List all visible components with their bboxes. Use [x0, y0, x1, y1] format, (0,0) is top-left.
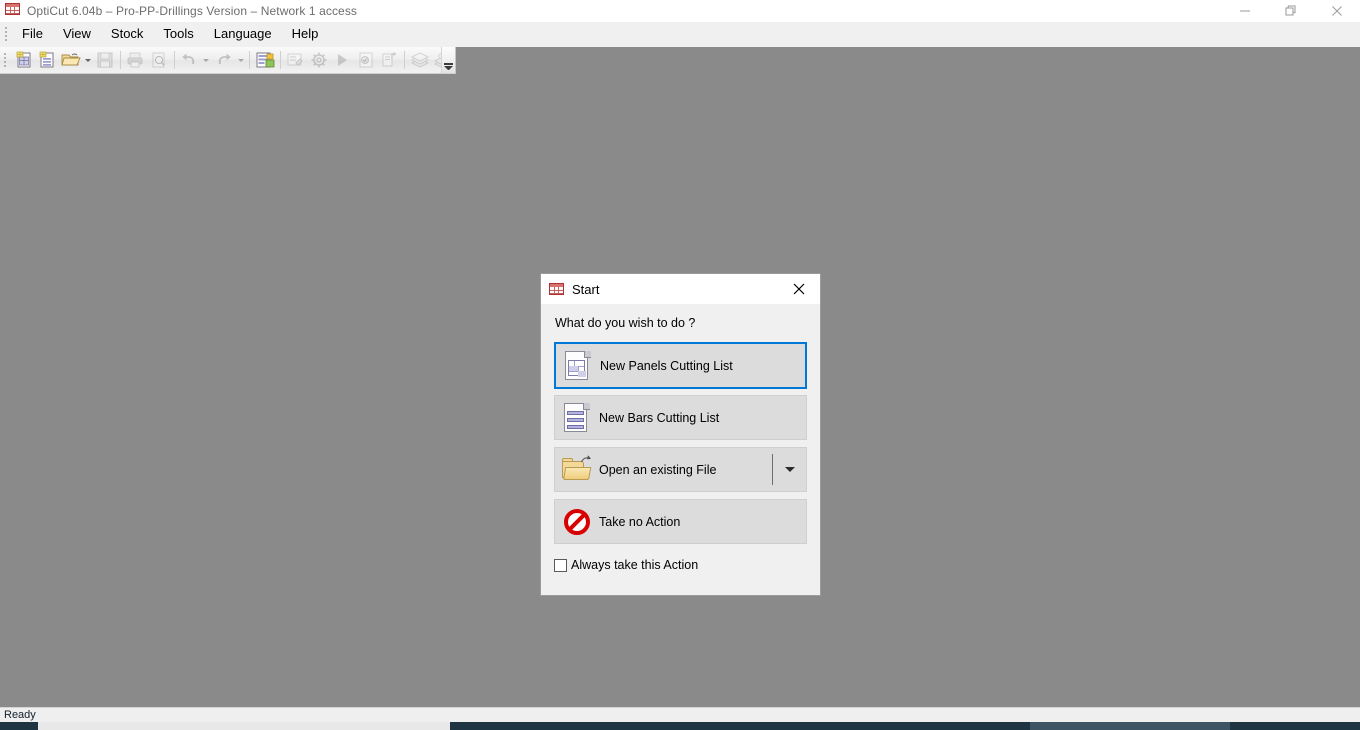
undo-dropdown-arrow	[201, 49, 212, 71]
action-label: New Panels Cutting List	[600, 358, 733, 373]
open-existing-file-button[interactable]: Open an existing File	[554, 447, 807, 492]
panels-stack-icon	[409, 49, 431, 71]
app-icon	[5, 3, 21, 19]
client-area: Start What do you wish to do ? New Panel…	[0, 74, 1360, 707]
open-folder-icon	[555, 454, 599, 483]
open-file-dropdown-button[interactable]	[773, 448, 806, 491]
toolbar	[0, 47, 456, 74]
title-bar: OptiCut 6.04b – Pro-PP-Drillings Version…	[0, 0, 1360, 22]
toolbar-separator	[173, 51, 175, 69]
action-label: New Bars Cutting List	[599, 410, 720, 425]
taskbar-tray	[1030, 722, 1230, 730]
application-window: OptiCut 6.04b – Pro-PP-Drillings Version…	[0, 0, 1360, 730]
print-icon	[125, 49, 147, 71]
new-bars-cutting-list-button[interactable]: New Bars Cutting List	[554, 395, 807, 440]
toolbar-separator	[249, 51, 251, 69]
dialog-title: Start	[572, 281, 600, 297]
dialog-close-icon[interactable]	[778, 274, 820, 304]
validate-icon	[355, 49, 377, 71]
settings-gear-icon	[308, 49, 330, 71]
always-take-action-row[interactable]: Always take this Action	[554, 558, 807, 572]
status-bar: Ready	[0, 707, 1360, 722]
new-panels-cutting-list-button[interactable]: New Panels Cutting List	[554, 342, 807, 389]
menu-item-language[interactable]: Language	[204, 23, 282, 45]
dialog-body: What do you wish to do ? New Panels Cutt…	[541, 304, 820, 595]
menu-item-stock[interactable]: Stock	[101, 23, 154, 45]
status-message: Ready	[4, 709, 36, 721]
menu-item-help[interactable]: Help	[282, 23, 329, 45]
taskbar-segment	[1230, 722, 1360, 730]
no-action-prohibition-icon	[555, 508, 599, 535]
taskbar-segment	[450, 722, 1030, 730]
menu-item-tools[interactable]: Tools	[153, 23, 203, 45]
always-take-action-label: Always take this Action	[571, 558, 699, 572]
toolbar-separator	[119, 51, 121, 69]
open-file-icon[interactable]	[60, 49, 82, 71]
restore-button[interactable]	[1268, 0, 1314, 22]
window-title: OptiCut 6.04b – Pro-PP-Drillings Version…	[27, 4, 358, 18]
open-file-dropdown-arrow[interactable]	[82, 49, 93, 71]
toolbar-separator	[279, 51, 281, 69]
toolbar-gripper[interactable]	[2, 50, 9, 70]
menu-bar: File View Stock Tools Language Help	[0, 22, 1360, 47]
menu-gripper[interactable]	[2, 24, 9, 44]
run-play-icon	[332, 49, 354, 71]
action-label: Open an existing File	[599, 462, 717, 477]
always-take-action-checkbox[interactable]	[554, 558, 567, 572]
folder-arrow-icon	[581, 454, 591, 462]
start-dialog: Start What do you wish to do ? New Panel…	[540, 273, 821, 596]
optimize-icon[interactable]	[254, 49, 276, 71]
new-bars-list-icon[interactable]	[36, 49, 58, 71]
menu-item-view[interactable]: View	[53, 23, 101, 45]
take-no-action-button[interactable]: Take no Action	[554, 499, 807, 544]
export-icon	[379, 49, 401, 71]
undo-icon	[179, 49, 201, 71]
edit-list-icon	[285, 49, 307, 71]
new-panels-document-icon	[556, 350, 600, 382]
toolbar-overflow-button[interactable]	[441, 47, 455, 73]
window-controls	[1222, 0, 1360, 22]
close-button[interactable]	[1314, 0, 1360, 22]
taskbar	[0, 722, 1360, 730]
taskbar-segment	[0, 722, 38, 730]
dialog-icon	[549, 283, 564, 295]
taskbar-active-item[interactable]	[38, 722, 450, 730]
minimize-button[interactable]	[1222, 0, 1268, 22]
save-icon	[94, 49, 116, 71]
toolbar-separator	[404, 51, 406, 69]
new-bars-document-icon	[555, 402, 599, 434]
print-preview-icon	[148, 49, 170, 71]
dialog-title-bar: Start	[541, 274, 820, 304]
redo-dropdown-arrow	[235, 49, 246, 71]
menu-item-file[interactable]: File	[12, 23, 53, 45]
new-panels-list-icon[interactable]	[13, 49, 35, 71]
action-label: Take no Action	[599, 514, 681, 529]
dialog-question-label: What do you wish to do ?	[555, 316, 696, 330]
redo-icon	[213, 49, 235, 71]
